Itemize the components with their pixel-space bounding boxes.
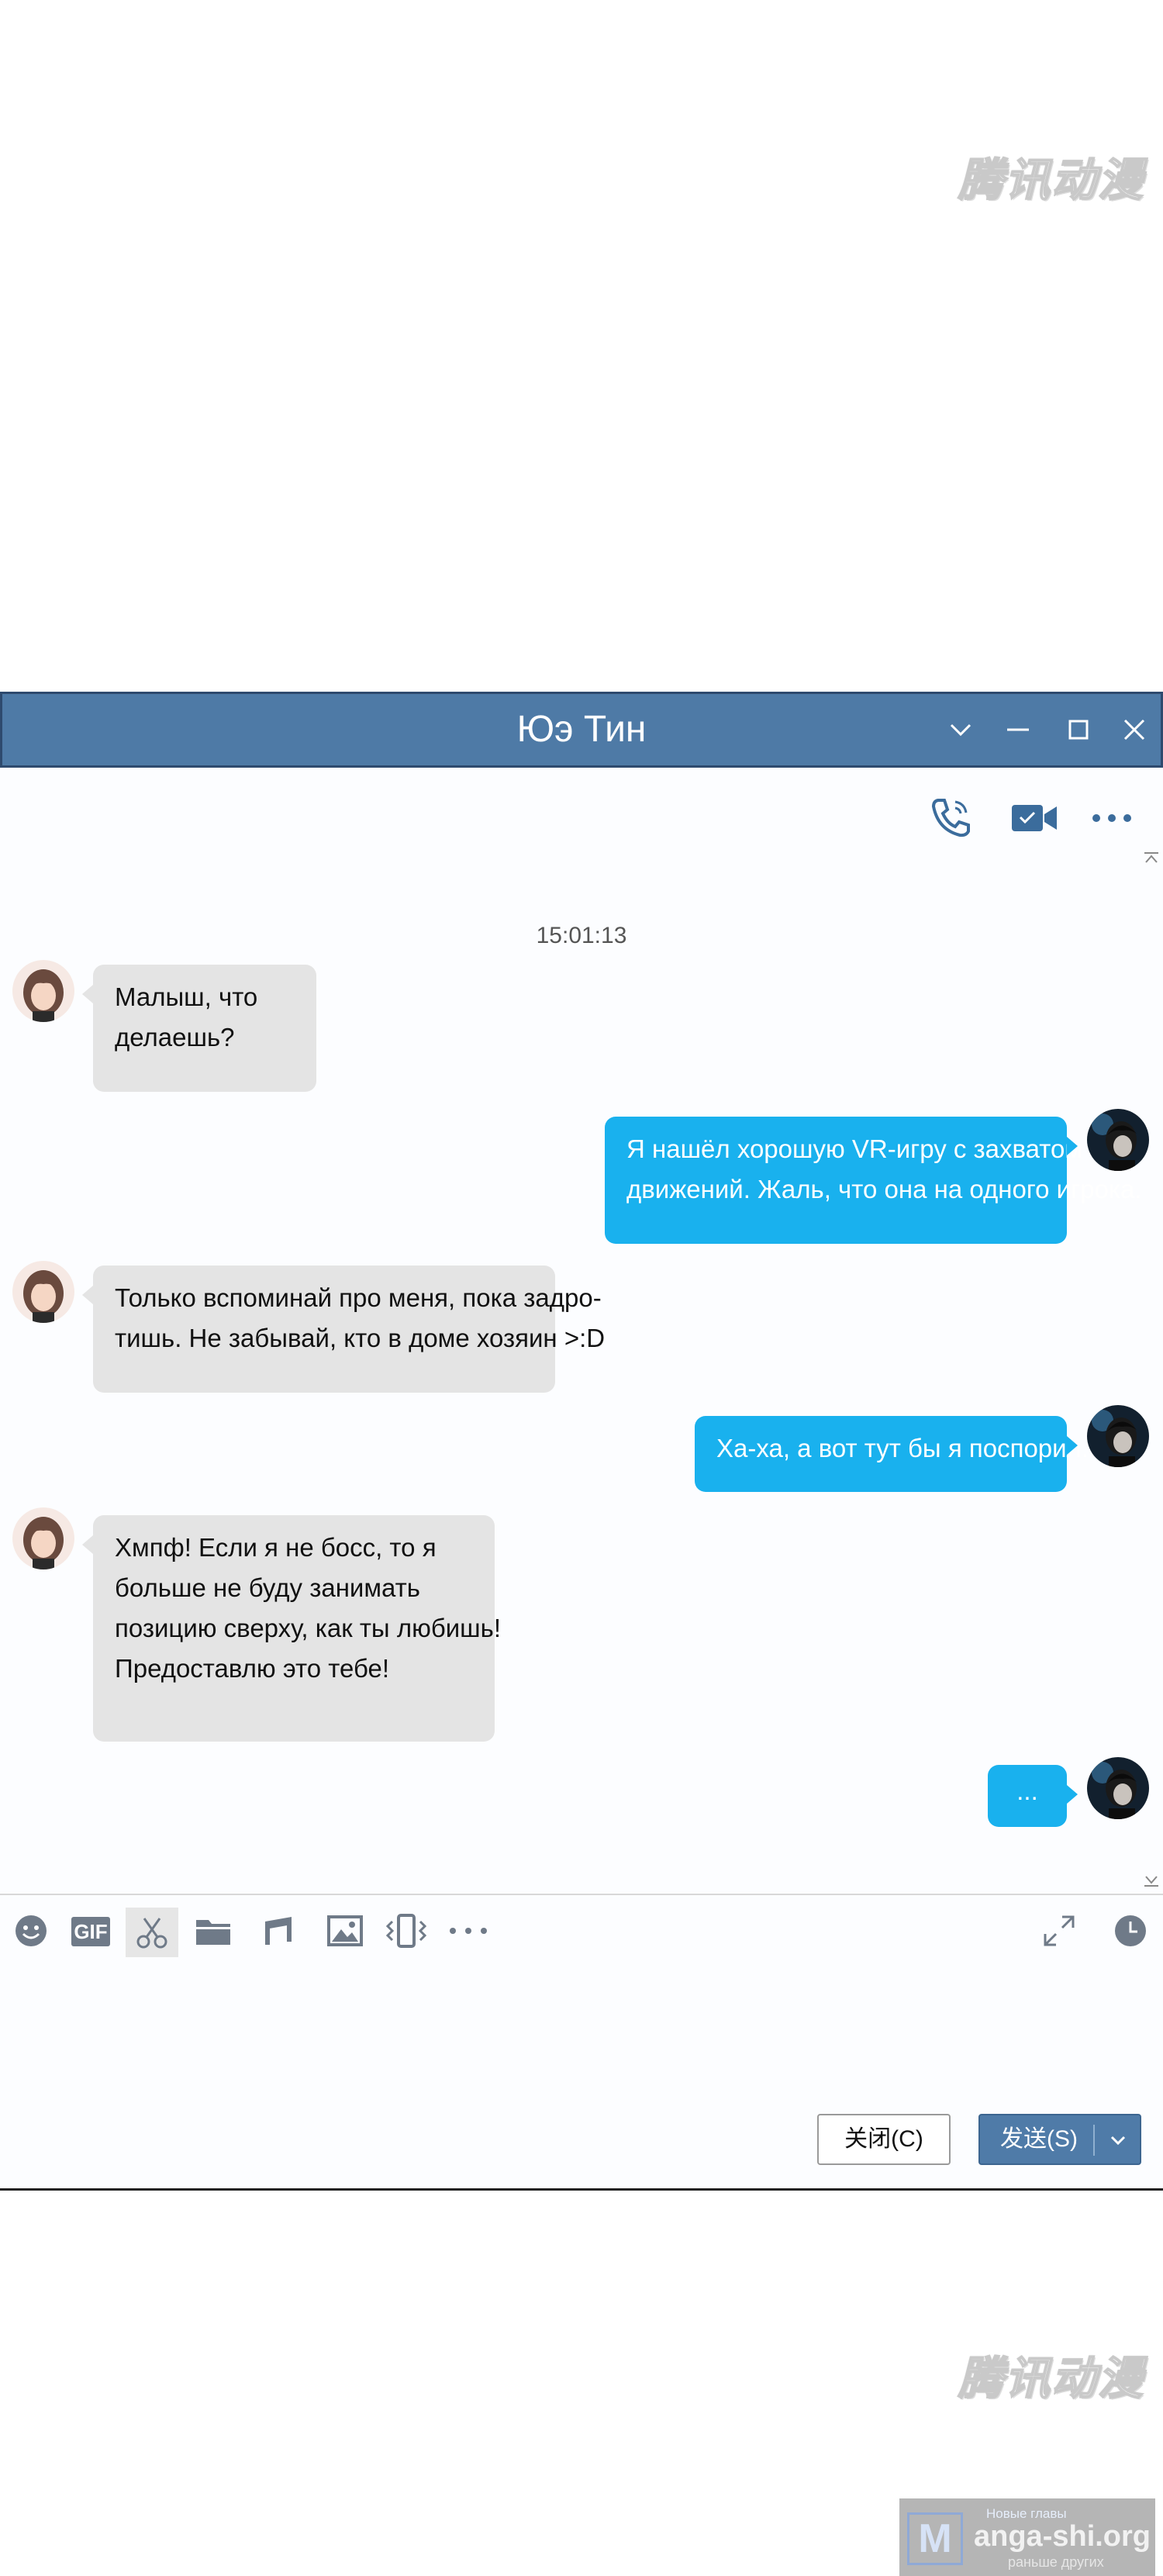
window-title: Юэ Тин — [516, 709, 647, 750]
message-text: Я нашёл хорошую VR-игру с захватом — [626, 1134, 1083, 1163]
message-text: ... — [1016, 1777, 1038, 1805]
title-bar: Юэ Тин — [0, 692, 1163, 768]
screenshot-button[interactable] — [126, 1908, 178, 1957]
more-tools-icon[interactable] — [447, 1912, 490, 1949]
watermark-logo: 腾讯动漫 — [958, 153, 1144, 207]
emoji-icon[interactable] — [12, 1912, 50, 1949]
image-icon[interactable] — [326, 1912, 364, 1949]
ad-logo-letter: M — [907, 2512, 963, 2565]
send-button[interactable]: 发送(S) — [978, 2114, 1141, 2165]
message-bubble-incoming: Малыш, что делаешь? — [82, 965, 316, 1092]
contact-avatar[interactable] — [12, 1507, 74, 1569]
message-text: движений. Жаль, что она на одного игрока… — [626, 1175, 1142, 1203]
chevron-down-icon[interactable] — [942, 711, 979, 748]
message-text: делаешь? — [115, 1023, 235, 1051]
maximize-icon[interactable] — [1060, 711, 1097, 748]
message-text: Только вспоминай про меня, пока задро- — [115, 1283, 602, 1312]
user-avatar[interactable] — [1087, 1405, 1149, 1467]
message-text: Хмпф! Если я не босс, то я — [115, 1533, 437, 1562]
chat-window: Юэ Тин 15:01:13 Малыш, что делаешь? Я на… — [0, 692, 1163, 2576]
message-text: тишь. Не забывай, кто в доме хозяин >:D — [115, 1324, 606, 1352]
ad-site-name: anga-shi.org — [974, 2520, 1151, 2553]
scroll-top-icon[interactable] — [1143, 851, 1160, 864]
message-timestamp: 15:01:13 — [536, 923, 627, 948]
user-avatar[interactable] — [1087, 1109, 1149, 1171]
ad-bottom-text: раньше других — [1008, 2554, 1104, 2570]
gif-button[interactable]: GIF — [71, 1917, 110, 1946]
message-text: Ха-ха, а вот тут бы я поспорил. — [716, 1434, 1089, 1462]
message-text: Малыш, что — [115, 982, 258, 1011]
contact-avatar[interactable] — [12, 960, 74, 1022]
input-divider — [0, 1894, 1163, 1895]
message-bubble-outgoing: Ха-ха, а вот тут бы я поспорил. — [695, 1416, 1089, 1492]
scissors-icon — [136, 1918, 167, 1949]
close-button[interactable]: 关闭(C) — [817, 2114, 951, 2165]
folder-icon[interactable] — [194, 1912, 233, 1949]
send-separator — [1093, 2125, 1095, 2156]
send-button-label: 发送(S) — [1000, 2126, 1078, 2152]
site-ad-overlay[interactable]: M Новые главы anga-shi.org раньше других — [899, 2498, 1155, 2576]
message-text: позицию сверху, как ты любишь! — [115, 1614, 501, 1642]
message-bubble-incoming: Только вспоминай про меня, пока задро- т… — [82, 1266, 606, 1393]
minimize-icon[interactable] — [999, 711, 1037, 748]
message-text: больше не буду занимать — [115, 1573, 420, 1602]
message-text: Предоставлю это тебе! — [115, 1654, 390, 1683]
contact-avatar[interactable] — [12, 1261, 74, 1323]
watermark-logo: 腾讯动漫 — [958, 2351, 1144, 2405]
shake-icon[interactable] — [383, 1912, 430, 1949]
message-bubble-outgoing: Я нашёл хорошую VR-игру с захватом движе… — [605, 1117, 1142, 1244]
message-bubble-incoming: Хмпф! Если я не босс, то я больше не буд… — [82, 1515, 501, 1742]
voice-call-icon[interactable] — [927, 794, 974, 841]
chevron-down-icon[interactable] — [1109, 2131, 1127, 2150]
message-bubble-outgoing: ... — [988, 1765, 1078, 1827]
ad-top-text: Новые главы — [986, 2506, 1067, 2521]
close-icon[interactable] — [1116, 711, 1153, 748]
video-call-icon[interactable] — [1009, 799, 1059, 837]
history-clock-icon[interactable] — [1112, 1912, 1149, 1949]
more-icon[interactable] — [1089, 806, 1135, 830]
music-icon[interactable] — [259, 1912, 298, 1949]
scroll-bottom-icon[interactable] — [1143, 1875, 1160, 1887]
expand-icon[interactable] — [1040, 1912, 1078, 1949]
user-avatar[interactable] — [1087, 1757, 1149, 1819]
